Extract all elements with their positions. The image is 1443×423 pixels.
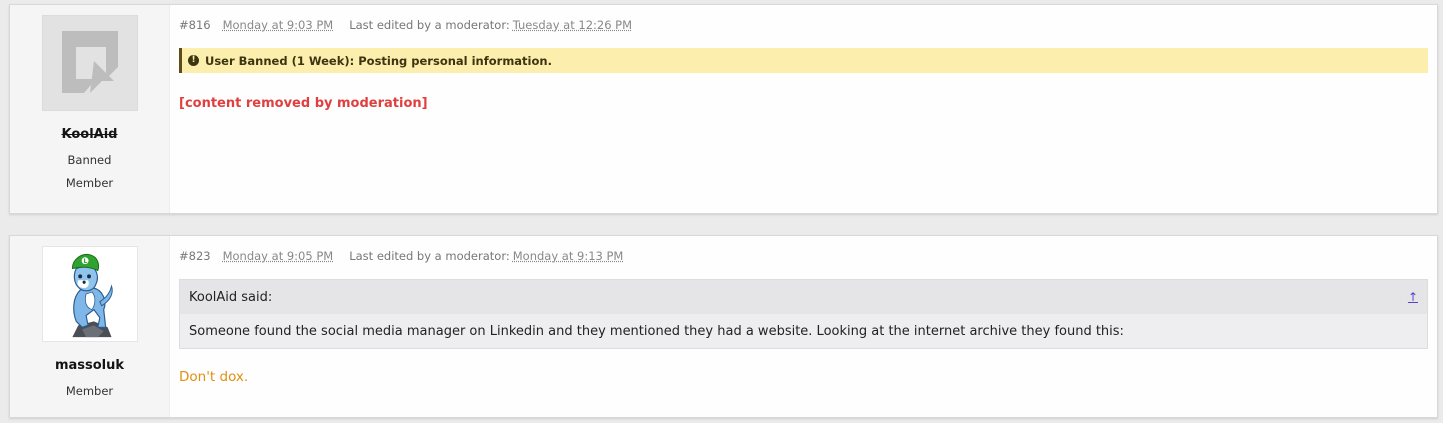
svg-text:L: L xyxy=(83,259,87,265)
quote-header: KoolAid said: ↑ xyxy=(180,280,1427,314)
removed-content-text: [content removed by moderation] xyxy=(179,96,428,111)
quote-author[interactable]: KoolAid said: xyxy=(189,290,272,305)
user-title-member: Member xyxy=(65,384,114,398)
dog-character-avatar-icon: L xyxy=(71,253,113,338)
username[interactable]: massoluk xyxy=(55,358,124,373)
default-avatar-logo-icon xyxy=(61,31,118,93)
quote-block: KoolAid said: ↑ Someone found the social… xyxy=(179,279,1428,349)
quote-text: Someone found the social media manager o… xyxy=(180,314,1427,348)
post-content: #816 Monday at 9:03 PM Last edited by a … xyxy=(170,5,1437,213)
post-body-text: Don't dox. xyxy=(179,369,249,385)
user-title-banned: Banned xyxy=(67,153,112,167)
post-content: #823 Monday at 9:05 PM Last edited by a … xyxy=(170,236,1437,417)
user-cell: KoolAid Banned Member xyxy=(10,5,170,213)
post-meta: #823 Monday at 9:05 PM Last edited by a … xyxy=(179,249,1428,267)
ban-notice: ! User Banned (1 Week): Posting personal… xyxy=(179,48,1428,73)
user-title-member: Member xyxy=(65,176,114,190)
username[interactable]: KoolAid xyxy=(62,127,118,142)
post-823: L massoluk Member #823 Monday at 9:05 PM… xyxy=(9,235,1438,418)
post-meta: #816 Monday at 9:03 PM Last edited by a … xyxy=(179,18,1428,36)
quote-jump-arrow-icon[interactable]: ↑ xyxy=(1408,290,1418,304)
avatar[interactable] xyxy=(41,15,138,111)
edited-label: Last edited by a moderator: xyxy=(349,249,510,263)
ban-notice-text: User Banned (1 Week): Posting personal i… xyxy=(205,53,552,68)
avatar[interactable]: L xyxy=(41,246,138,342)
edited-label: Last edited by a moderator: xyxy=(349,18,510,32)
post-number-link[interactable]: #816 xyxy=(179,18,211,32)
post-number-link[interactable]: #823 xyxy=(179,249,211,263)
user-cell: L massoluk Member xyxy=(10,236,170,417)
post-816: KoolAid Banned Member #816 Monday at 9:0… xyxy=(9,4,1438,214)
exclamation-circle-icon: ! xyxy=(188,55,199,66)
post-timestamp[interactable]: Monday at 9:03 PM xyxy=(223,18,334,32)
edited-timestamp[interactable]: Tuesday at 12:26 PM xyxy=(513,18,632,32)
post-timestamp[interactable]: Monday at 9:05 PM xyxy=(223,249,334,263)
edited-timestamp[interactable]: Monday at 9:13 PM xyxy=(513,249,624,263)
